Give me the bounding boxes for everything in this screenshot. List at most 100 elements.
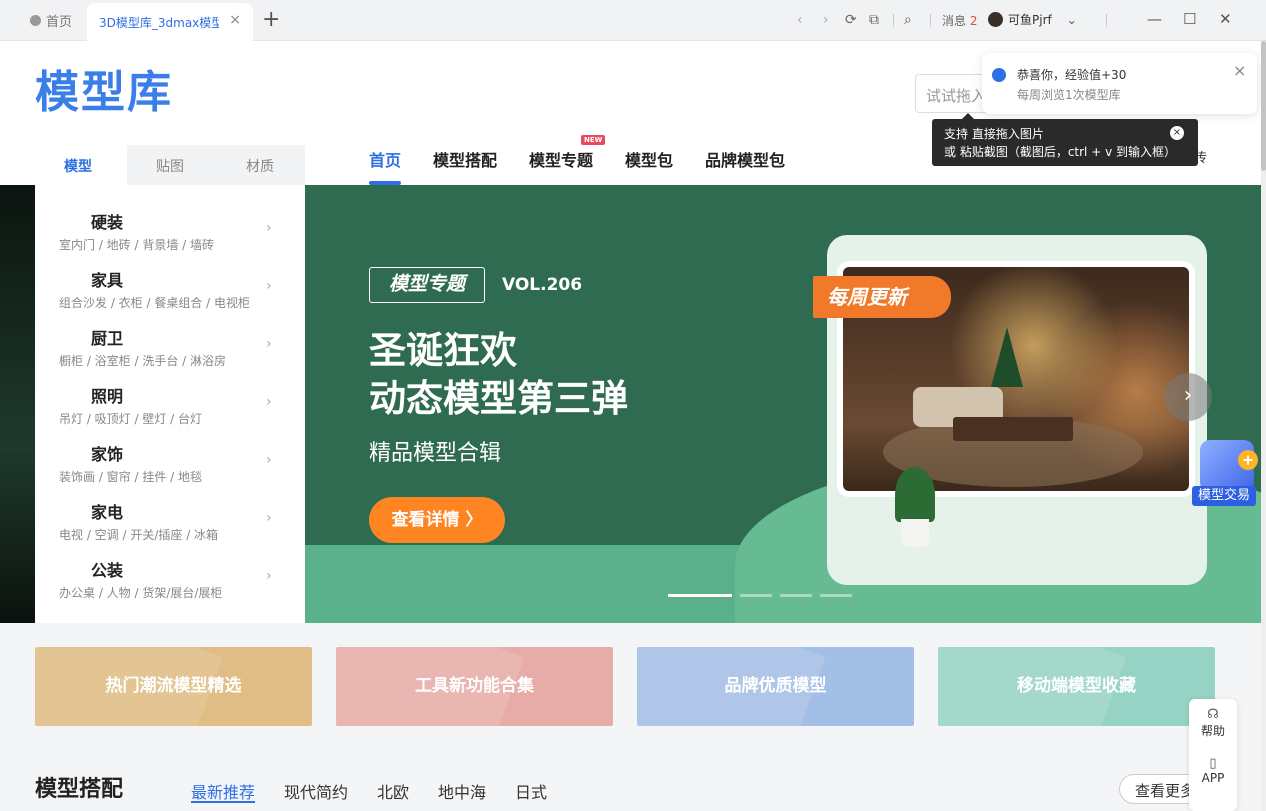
new-tab-button[interactable]: + [262,7,280,33]
category-title: 厨卫 [91,329,124,348]
tab-model-library[interactable]: 3D模型库_3dmax模型库 × [87,3,253,41]
view-details-button[interactable]: 查看详情 〉 [369,497,505,543]
next-slide-button[interactable]: › [1164,373,1212,421]
avatar [988,12,1003,27]
category-title: 硬装 [91,213,124,232]
banner-topic-badge: 模型专题 [369,267,485,303]
section-tab-indicator [191,801,255,803]
messages-count: 2 [969,14,978,28]
section-tab-mediterranean[interactable]: 地中海 [438,779,486,803]
chevron-right-icon: › [266,510,272,526]
category-title: 家具 [91,271,124,290]
tab-models[interactable]: 模型 [64,156,92,176]
back-icon[interactable]: ‹ [797,11,803,29]
divider [1106,14,1107,27]
section-tab-modern[interactable]: 现代简约 [284,779,348,803]
nav-model-topics[interactable]: 模型专题 [529,147,593,171]
nav-home[interactable]: 首页 [369,147,401,171]
card-label: 热门潮流模型精选 [105,676,242,696]
section-tab-japanese[interactable]: 日式 [515,779,547,803]
notification-body: 每周浏览1次模型库 [1017,88,1121,102]
chevron-down-icon[interactable]: ⌄ [1067,13,1077,27]
card-label: 工具新功能合集 [415,676,534,696]
messages-button[interactable]: 消息 2 [942,12,977,29]
model-trade-widget[interactable]: + 模型交易 [1192,440,1262,512]
search-icon[interactable]: ⌕ [904,11,912,29]
copy-icon[interactable]: ⧉ [869,11,879,29]
tab-materials[interactable]: 材质 [246,156,274,176]
close-tab-icon[interactable]: × [229,12,241,28]
carousel-dot[interactable] [668,594,732,597]
carousel-dot[interactable] [820,594,852,597]
category-item[interactable]: 家电 电视 / 空调 / 开关/插座 / 冰箱 › [35,475,305,542]
carousel-dot[interactable] [780,594,812,597]
close-icon[interactable]: × [1233,61,1246,80]
notification-toast: 恭喜你，经验值+30 每周浏览1次模型库 × [982,53,1257,114]
category-title: 公装 [91,561,124,580]
nav-brand-packs[interactable]: 品牌模型包 [705,147,785,171]
minimize-icon[interactable]: — [1147,10,1162,28]
help-label: 帮助 [1200,724,1225,738]
chevron-right-icon: › [266,394,272,410]
tab-home[interactable]: 首页 [30,11,72,30]
app-button[interactable]: ▯ APP [1189,756,1237,785]
phone-icon: ▯ [1209,756,1217,771]
carousel-dot[interactable] [740,594,772,597]
plus-icon: + [1238,450,1258,470]
maximize-icon[interactable]: ☐ [1183,10,1196,28]
divider [930,14,931,27]
notification-title: 恭喜你，经验值+30 [1017,68,1127,82]
hero-banner[interactable]: 模型专题 VOL.206 圣诞狂欢 动态模型第三弹 精品模型合辑 查看详情 〉 … [305,185,1261,623]
card-new-tools[interactable]: 工具新功能合集 [336,647,613,726]
banner-volume: VOL.206 [502,275,583,295]
card-brand-models[interactable]: 品牌优质模型 [637,647,914,726]
category-item[interactable]: 家饰 装饰画 / 窗帘 / 挂件 / 地毯 › [35,417,305,484]
help-button[interactable]: ☊ 帮助 [1189,707,1237,739]
card-mobile-favorites[interactable]: 移动端模型收藏 [938,647,1215,726]
tab-textures[interactable]: 贴图 [156,156,184,176]
chevron-right-icon: › [266,278,272,294]
tree-shape [991,327,1023,387]
close-icon[interactable]: × [1170,126,1184,140]
browser-topbar: 首页 3D模型库_3dmax模型库 × + ‹ › ⟳ ⧉ ⌕ 消息 2 可鱼P… [0,0,1266,41]
banner-subtitle: 精品模型合辑 [369,441,502,466]
bell-icon [992,68,1006,82]
nav-model-packs[interactable]: 模型包 [625,147,673,171]
category-item[interactable]: 厨卫 橱柜 / 浴室柜 / 洗手台 / 淋浴房 › [35,301,305,368]
nav-model-matching[interactable]: 模型搭配 [433,147,497,171]
tooltip-line-1: 支持 直接拖入图片 [944,127,1044,141]
tooltip-line-2: 或 粘贴截图（截图后，ctrl + v 到输入框） [944,145,1176,159]
category-item[interactable]: 照明 吊灯 / 吸顶灯 / 壁灯 / 台灯 › [35,359,305,426]
divider [893,14,894,27]
scrollbar-thumb[interactable] [1261,41,1266,171]
close-window-icon[interactable]: ✕ [1219,10,1232,28]
category-item[interactable]: 公装 办公桌 / 人物 / 货架/展台/展柜 › [35,533,305,600]
plant-decoration [895,467,935,547]
page-scrollbar[interactable] [1261,41,1266,811]
section-tab-nordic[interactable]: 北欧 [377,779,409,803]
new-badge: NEW [581,135,606,145]
category-item[interactable]: 家具 组合沙发 / 衣柜 / 餐桌组合 / 电视柜 › [35,243,305,310]
messages-label: 消息 [942,14,967,28]
category-sub[interactable]: 办公桌 / 人物 / 货架/展台/展柜 [59,584,222,601]
category-title: 照明 [91,387,124,406]
banner-headline-2: 动态模型第三弹 [369,377,628,420]
reload-icon[interactable]: ⟳ [845,11,857,29]
category-title: 家饰 [91,445,124,464]
username: 可鱼Pjrf [1008,13,1052,27]
user-menu[interactable]: 可鱼Pjrf ⌄ [988,11,1077,28]
home-icon [30,15,41,26]
card-label: 移动端模型收藏 [1017,676,1136,696]
section-title: 模型搭配 [35,777,124,802]
forward-icon[interactable]: › [823,11,829,29]
table-shape [953,417,1073,441]
site-logo[interactable]: 模型库 [35,66,173,120]
section-tab-latest[interactable]: 最新推荐 [191,779,255,803]
chevron-right-icon: › [266,336,272,352]
carousel-dots [668,594,852,597]
card-trending-models[interactable]: 热门潮流模型精选 [35,647,312,726]
category-item[interactable]: 硬装 室内门 / 地砖 / 背景墙 / 墙砖 › [35,185,305,252]
category-panel: 硬装 室内门 / 地砖 / 背景墙 / 墙砖 › 家具 组合沙发 / 衣柜 / … [35,185,305,623]
pot-shape [901,519,929,547]
leaf-shape [895,467,935,522]
